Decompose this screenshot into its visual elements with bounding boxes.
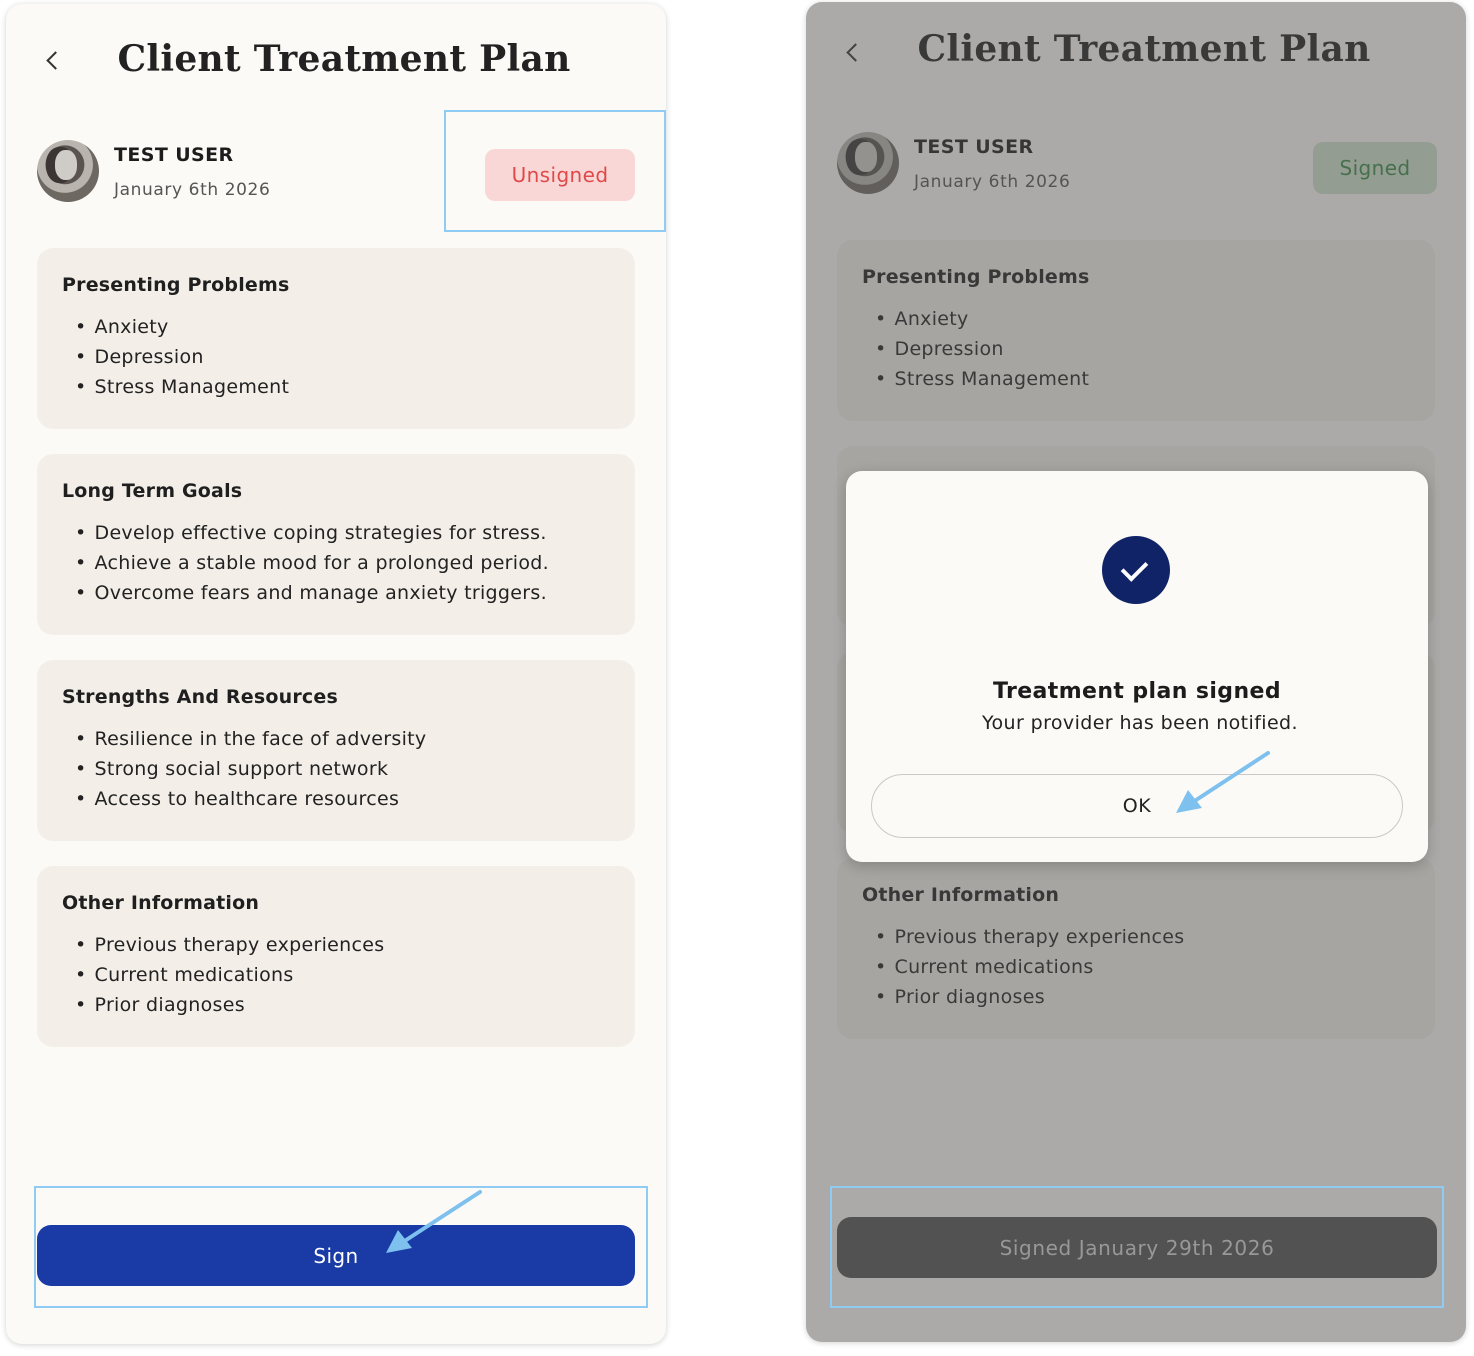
card-heading: Presenting Problems: [62, 274, 290, 296]
screen-signed: Client Treatment Plan TEST USER January …: [806, 2, 1466, 1342]
card-other-information: Other Information Previous therapy exper…: [37, 866, 635, 1047]
avatar: [37, 140, 99, 202]
list-item: Prior diagnoses: [75, 990, 610, 1020]
modal-title: Treatment plan signed: [993, 679, 1281, 704]
card-strengths-resources: Strengths And Resources Resilience in th…: [37, 660, 635, 841]
list-item: Achieve a stable mood for a prolonged pe…: [75, 548, 610, 578]
list-item: Develop effective coping strategies for …: [75, 518, 610, 548]
status-badge-unsigned: Unsigned: [485, 149, 635, 201]
card-heading: Strengths And Resources: [62, 686, 338, 708]
card-presenting-problems: Presenting Problems Anxiety Depression S…: [37, 248, 635, 429]
list-item: Current medications: [75, 960, 610, 990]
user-name: TEST USER: [114, 144, 234, 166]
list-item: Resilience in the face of adversity: [75, 724, 610, 754]
list-item: Previous therapy experiences: [75, 930, 610, 960]
list-item: Access to healthcare resources: [75, 784, 610, 814]
screen-unsigned: Client Treatment Plan TEST USER January …: [6, 4, 666, 1344]
list-item: Depression: [75, 342, 610, 372]
list-item: Stress Management: [75, 372, 610, 402]
card-heading: Other Information: [62, 892, 260, 914]
card-heading: Long Term Goals: [62, 480, 243, 502]
page-title: Client Treatment Plan: [117, 38, 571, 80]
list-item: Anxiety: [75, 312, 610, 342]
list-item: Overcome fears and manage anxiety trigge…: [75, 578, 610, 608]
user-date: January 6th 2026: [114, 180, 271, 200]
modal-subtitle: Your provider has been notified.: [982, 712, 1298, 734]
card-long-term-goals: Long Term Goals Develop effective coping…: [37, 454, 635, 635]
list-item: Strong social support network: [75, 754, 610, 784]
checkmark-circle-icon: [1102, 536, 1170, 604]
sign-button[interactable]: Sign: [37, 1225, 635, 1286]
ok-button[interactable]: OK: [871, 774, 1403, 838]
signed-confirmation-modal: Treatment plan signed Your provider has …: [846, 471, 1428, 862]
